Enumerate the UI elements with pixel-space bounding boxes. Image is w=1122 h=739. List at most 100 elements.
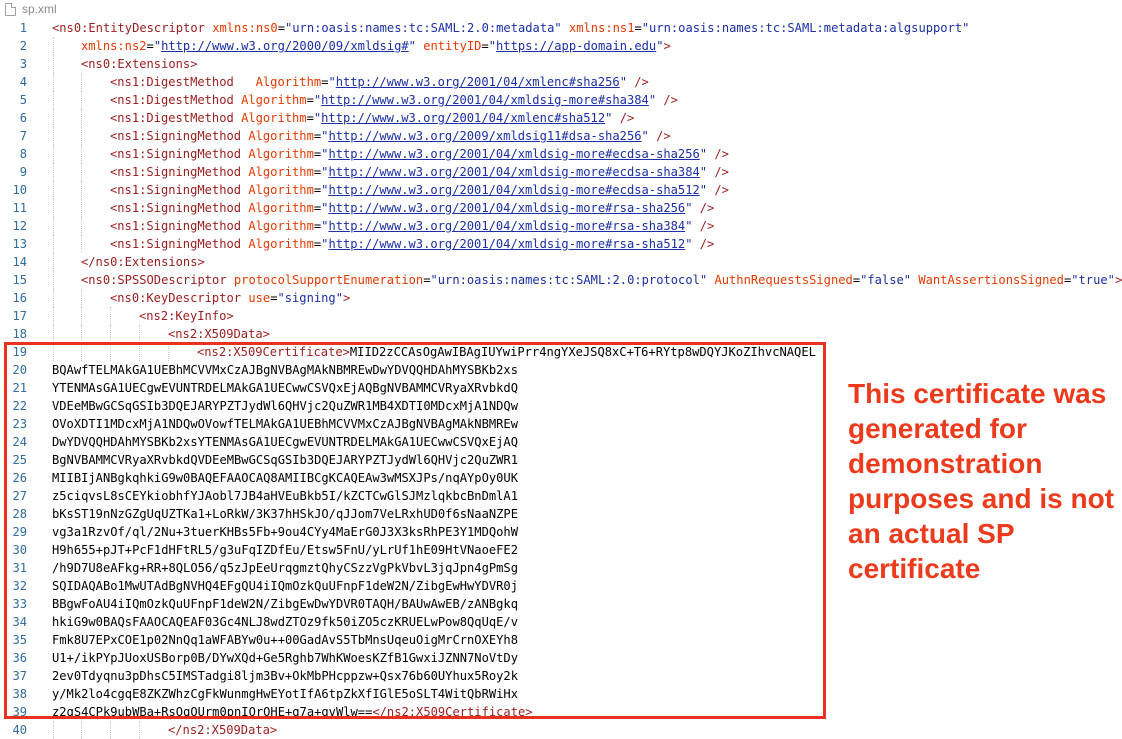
- token-tag: <ns0:EntityDescriptor: [52, 21, 205, 35]
- line-number: 40: [12, 723, 27, 737]
- line-number: 30: [12, 543, 27, 557]
- token-plain: z2qS4CPk9ubWBa+RsOqOUrm0pnIOrOHE+g7a+gvW…: [52, 705, 373, 719]
- code-line[interactable]: 16 <ns0:KeyDescriptor use="signing">: [0, 289, 1122, 307]
- token-eq: =: [634, 21, 642, 35]
- code-line[interactable]: 33 BBgwFoAU4iIQmOzkQuUFnpF1deW2N/ZibgEwDw…: [0, 595, 1122, 613]
- code-line[interactable]: 10 <ns1:SigningMethod Algorithm="http://w…: [0, 181, 1122, 199]
- indent-guide: [53, 91, 54, 109]
- token-url[interactable]: https://app-domain.edu: [496, 39, 656, 53]
- token-str: "signing": [277, 291, 343, 305]
- token-url[interactable]: http://www.w3.org/2001/04/xmldsig-more#r…: [328, 219, 685, 233]
- code-line[interactable]: 38 y/Mk2lo4cgqE8ZKZWhzCgFkWunmgHwEYotIfA6…: [0, 685, 1122, 703]
- token-tag: <ns0:KeyDescriptor: [110, 291, 242, 305]
- token-tag: >: [663, 39, 671, 53]
- token-url[interactable]: http://www.w3.org/2001/04/xmlenc#sha256: [336, 75, 620, 89]
- token-str: ": [641, 129, 649, 143]
- code-line[interactable]: 13 <ns1:SigningMethod Algorithm="http://w…: [0, 235, 1122, 253]
- token-str: "urn:oasis:names:tc:SAML:2.0:metadata": [285, 21, 562, 35]
- token-plain: H9h655+pJT+PcF1dHFtRL5/g3uFqIZDfEu/Etsw5…: [52, 543, 518, 557]
- token-url[interactable]: http://www.w3.org/2001/04/xmldsig-more#e…: [328, 147, 699, 161]
- indent-guide: [81, 199, 82, 217]
- code-line[interactable]: 36 U1+/ikPYpJUoxUSBorp0B/DYwXQd+Ge5Rghb7W…: [0, 649, 1122, 667]
- code-line[interactable]: 4 <ns1:DigestMethod Algorithm="http://www…: [0, 73, 1122, 91]
- token-plain: bKsST19nNzGZgUqUZTKa1+LoRkW/3K37hHSkJO/q…: [52, 507, 518, 521]
- code-line[interactable]: 18 <ns2:X509Data>: [0, 325, 1122, 343]
- code-line[interactable]: 19 <ns2:X509Certificate>MIID2zCCAsOgAwIBA…: [0, 343, 1122, 361]
- token-url[interactable]: http://www.w3.org/2001/04/xmldsig-more#s…: [321, 93, 649, 107]
- token-tag: <ns1:DigestMethod: [110, 75, 234, 89]
- indent-guide: [110, 307, 111, 325]
- code-text: <ns1:DigestMethod Algorithm="http://www.…: [110, 73, 649, 91]
- line-number: 2: [19, 39, 27, 53]
- code-line[interactable]: 39 z2qS4CPk9ubWBa+RsOqOUrm0pnIOrOHE+g7a+g…: [0, 703, 1122, 721]
- code-line[interactable]: 5 <ns1:DigestMethod Algorithm= "http://www…: [0, 91, 1122, 109]
- token-plain: BQAwfTELMAkGA1UEBhMCVVMxCzAJBgNVBAgMAkNB…: [52, 363, 518, 377]
- indent-guide: [110, 343, 111, 361]
- code-line[interactable]: 6 <ns1:DigestMethod Algorithm="http://www…: [0, 109, 1122, 127]
- token-attr: Algorithm: [248, 237, 314, 251]
- token-tag: <ns1:SigningMethod: [110, 219, 242, 233]
- line-number: 5: [19, 93, 27, 107]
- token-url[interactable]: http://www.w3.org/2000/09/xmldsig#: [161, 39, 409, 53]
- code-line[interactable]: 7 <ns1:SigningMethod Algorithm="http://ww…: [0, 127, 1122, 145]
- indent-guide: [53, 343, 54, 361]
- token-attr: Algorithm: [248, 183, 314, 197]
- code-text: hkiG9w0BAQsFAAOCAQEAF03Gc4NLJ8wdZTOz9fk5…: [52, 613, 518, 631]
- code-text: z2qS4CPk9ubWBa+RsOqOUrm0pnIOrOHE+g7a+gvW…: [52, 703, 533, 721]
- token-str: ": [699, 165, 708, 179]
- code-text: <ns2:X509Certificate>MIID2zCCAsOgAwIBAgI…: [197, 343, 816, 361]
- code-line[interactable]: 17 <ns2:KeyInfo>: [0, 307, 1122, 325]
- code-line[interactable]: 40 </ns2:X509Data>: [0, 721, 1122, 739]
- code-line[interactable]: 8 <ns1:SigningMethod Algorithm="http://ww…: [0, 145, 1122, 163]
- token-tag: <ns2:KeyInfo>: [139, 309, 234, 323]
- code-line[interactable]: 11 <ns1:SigningMethod Algorithm="http://w…: [0, 199, 1122, 217]
- code-line[interactable]: 37 2ev0Tdyqnu3pDhsC5IMSTadgi8ljm3Bv+OkMbP…: [0, 667, 1122, 685]
- token-tag: />: [699, 201, 715, 215]
- code-line[interactable]: 14 </ns0:Extensions>: [0, 253, 1122, 271]
- indent-guide: [81, 325, 82, 343]
- code-line[interactable]: 1 <ns0:EntityDescriptor xmlns:ns0="urn:oa…: [0, 19, 1122, 37]
- token-url[interactable]: http://www.w3.org/2009/xmldsig11#dsa-sha…: [328, 129, 641, 143]
- code-text: U1+/ikPYpJUoxUSBorp0B/DYwXQd+Ge5Rghb7WhK…: [52, 649, 518, 667]
- code-text: YTENMAsGA1UECgwEVUNTRDELMAkGA1UECwwCSVQx…: [52, 379, 518, 397]
- line-number: 7: [19, 129, 27, 143]
- token-str: ": [685, 237, 693, 251]
- indent-guide: [81, 163, 82, 181]
- line-number: 33: [12, 597, 27, 611]
- token-str: ": [619, 75, 627, 89]
- token-plain: Fmk8U7EPxCOE1p02NnQq1aWFABYw0u++00GadAvS…: [52, 633, 518, 647]
- indent-guide: [53, 217, 54, 235]
- code-line[interactable]: 15 <ns0:SPSSODescriptor protocolSupportEn…: [0, 271, 1122, 289]
- token-url[interactable]: http://www.w3.org/2001/04/xmldsig-more#e…: [328, 165, 699, 179]
- indent-guide: [81, 217, 82, 235]
- code-line[interactable]: 12 <ns1:SigningMethod Algorithm="http://w…: [0, 217, 1122, 235]
- token-tag: </ns2:X509Certificate>: [372, 705, 533, 719]
- code-text: </ns2:X509Data>: [168, 721, 277, 739]
- code-line[interactable]: 3 <ns0:Extensions>: [0, 55, 1122, 73]
- code-line[interactable]: 34 hkiG9w0BAQsFAAOCAQEAF03Gc4NLJ8wdZTOz9f…: [0, 613, 1122, 631]
- code-text: BBgwFoAU4iIQmOzkQuUFnpF1deW2N/ZibgEwDwYD…: [52, 595, 518, 613]
- code-text: <ns0:SPSSODescriptor protocolSupportEnum…: [81, 271, 1122, 289]
- token-tag: <ns1:SigningMethod: [110, 165, 242, 179]
- code-line[interactable]: 35 Fmk8U7EPxCOE1p02NnQq1aWFABYw0u++00GadA…: [0, 631, 1122, 649]
- token-url[interactable]: http://www.w3.org/2001/04/xmlenc#sha512: [321, 111, 605, 125]
- code-text: MIIBIjANBgkqhkiG9w0BAQEFAAOCAQ8AMIIBCgKC…: [52, 469, 518, 487]
- indent-guide: [53, 253, 54, 271]
- token-url[interactable]: http://www.w3.org/2001/04/xmldsig-more#e…: [328, 183, 699, 197]
- file-tab[interactable]: sp.xml: [0, 0, 1122, 18]
- token-url[interactable]: http://www.w3.org/2001/04/xmldsig-more#r…: [328, 201, 685, 215]
- token-tag: />: [714, 183, 729, 197]
- token-url[interactable]: http://www.w3.org/2001/04/xmldsig-more#r…: [328, 237, 685, 251]
- code-line[interactable]: 9 <ns1:SigningMethod Algorithm="http://ww…: [0, 163, 1122, 181]
- code-text: DwYDVQQHDAhMYSBKb2xsYTENMAsGA1UECgwEVUNT…: [52, 433, 518, 451]
- line-number: 20: [12, 363, 27, 377]
- line-number: 14: [12, 255, 27, 269]
- indent-guide: [81, 91, 82, 109]
- code-line[interactable]: 2 xmlns:ns2="http://www.w3.org/2000/09/xm…: [0, 37, 1122, 55]
- indent-guide: [53, 325, 54, 343]
